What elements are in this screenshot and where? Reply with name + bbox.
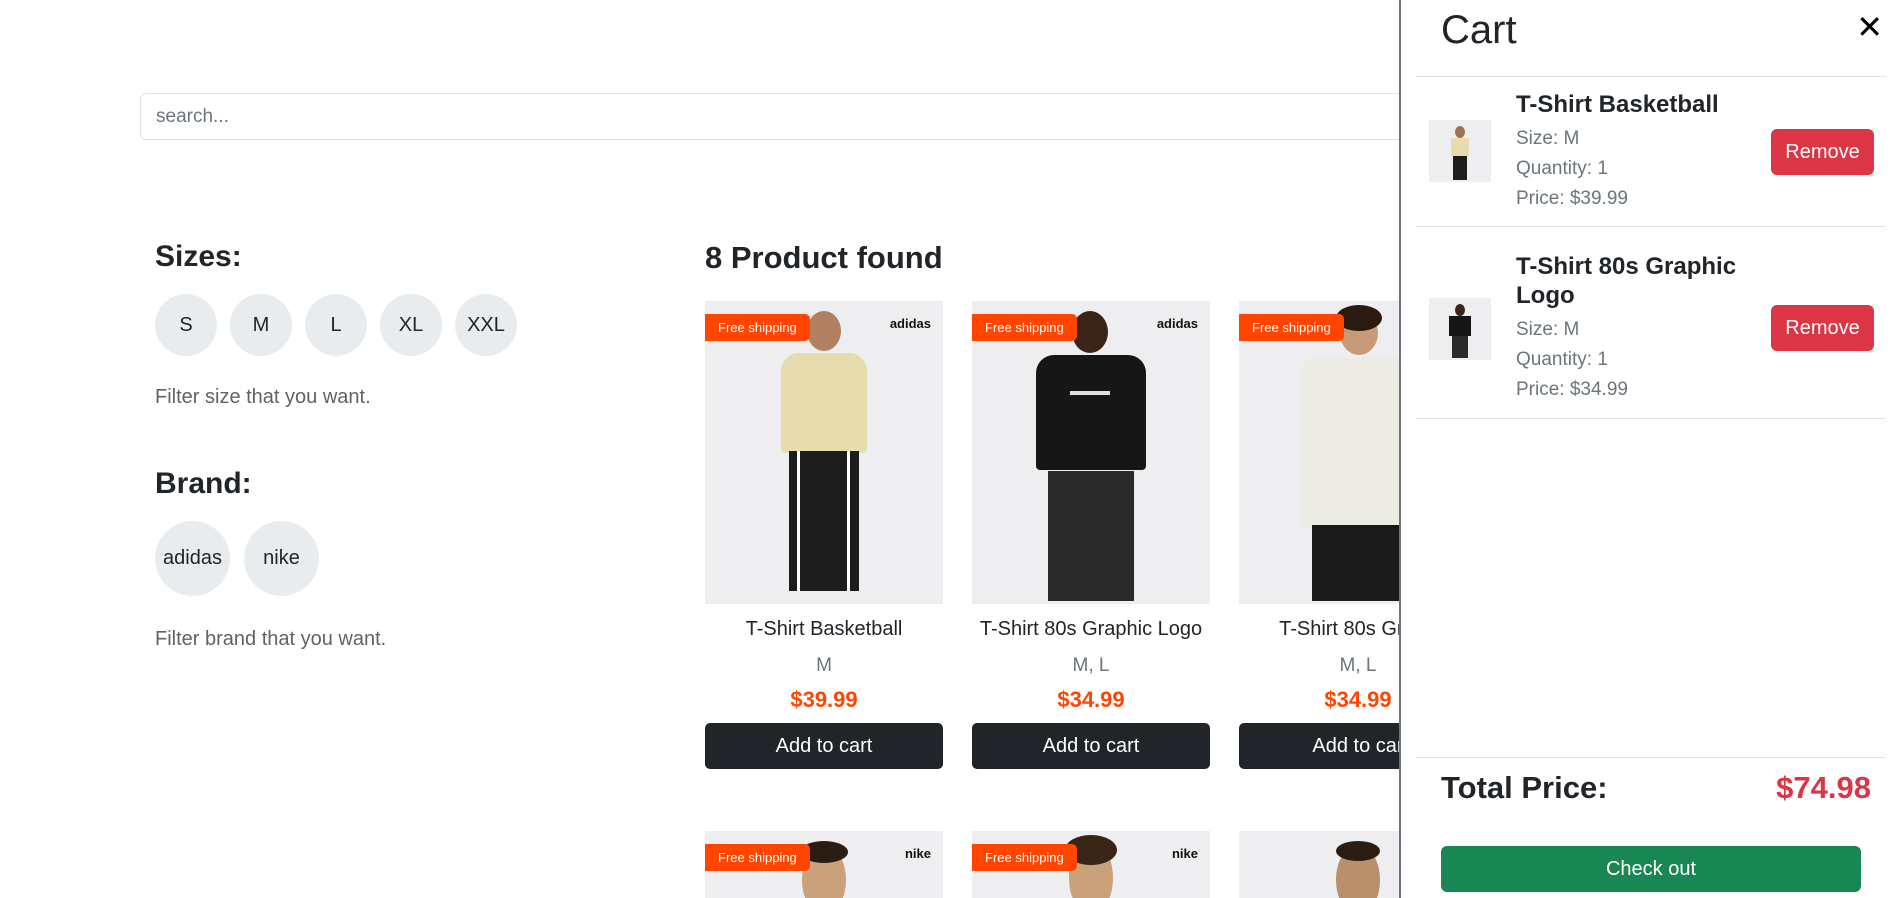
product-price: $39.99 (790, 687, 858, 712)
size-chip-xl[interactable]: XL (380, 294, 442, 356)
product-image[interactable]: Free shipping nike (705, 831, 943, 898)
close-icon[interactable]: ✕ (1856, 8, 1883, 46)
results-count: 8 Product found (705, 240, 943, 275)
size-chip-s[interactable]: S (155, 294, 217, 356)
add-to-cart-button[interactable]: Add to cart (972, 723, 1210, 769)
product-price: $34.99 (1057, 687, 1125, 712)
cart-item-thumbnail (1429, 120, 1491, 182)
product-photo (1026, 311, 1156, 601)
cart-item-quantity: Quantity: 1 (1516, 158, 1608, 179)
product-image[interactable]: Free shipping adidas (972, 301, 1210, 604)
filters-panel: Sizes: S M L XL XXL Filter size that you… (155, 240, 575, 651)
brand-chip-adidas[interactable]: adidas (155, 521, 230, 596)
size-chip-m[interactable]: M (230, 294, 292, 356)
remove-button[interactable]: Remove (1771, 129, 1874, 175)
free-shipping-badge: Free shipping (1239, 314, 1344, 341)
cart-item: T-Shirt Basketball Size: M Quantity: 1 P… (1416, 76, 1886, 226)
product-card: Free shipping adidas T-Shirt 80s Graphic… (972, 301, 1210, 769)
nike-logo-icon: nike (1171, 846, 1198, 861)
cart-title: Cart (1441, 8, 1517, 52)
product-photo (769, 311, 879, 601)
size-chip-xxl[interactable]: XXL (455, 294, 517, 356)
remove-button[interactable]: Remove (1771, 305, 1874, 351)
cart-item-thumbnail (1429, 298, 1491, 360)
free-shipping-badge: Free shipping (705, 314, 810, 341)
checkout-button[interactable]: Check out (1441, 846, 1861, 892)
divider (1416, 418, 1886, 419)
nike-logo-icon: nike (904, 846, 931, 861)
product-photo (1328, 841, 1388, 898)
total-price-value: $74.98 (1776, 770, 1871, 805)
product-image[interactable]: Free shipping nike (972, 831, 1210, 898)
cart-item-price: Price: $34.99 (1516, 379, 1628, 400)
adidas-logo-icon: adidas (889, 316, 931, 331)
cart-item-quantity: Quantity: 1 (1516, 349, 1608, 370)
product-sizes: M, L (1072, 655, 1110, 676)
cart-item-size: Size: M (1516, 319, 1580, 340)
cart-item-name: T-Shirt Basketball (1516, 91, 1719, 118)
cart-item-name: T-Shirt 80s Graphic Logo (1516, 253, 1737, 309)
product-image[interactable]: Free shipping adidas (705, 301, 943, 604)
size-chip-l[interactable]: L (305, 294, 367, 356)
cart-drawer: Cart ✕ T-Shirt Basketball Size: M Quanti… (1399, 0, 1897, 898)
cart-item-size: Size: M (1516, 128, 1580, 149)
product-card: Free shipping nike (705, 831, 943, 898)
brand-chips: adidas nike (155, 521, 575, 596)
product-card: Free shipping nike (972, 831, 1210, 898)
adidas-logo-icon: adidas (1156, 316, 1198, 331)
cart-item-info: T-Shirt 80s Graphic Logo Size: M Quantit… (1516, 252, 1746, 402)
cart-item-info: T-Shirt Basketball Size: M Quantity: 1 P… (1516, 90, 1746, 211)
total-price-label: Total Price: (1441, 770, 1608, 805)
size-chips: S M L XL XXL (155, 294, 575, 356)
brand-section: Brand: adidas nike Filter brand that you… (155, 467, 575, 651)
brand-hint: Filter brand that you want. (155, 628, 387, 650)
add-to-cart-button[interactable]: Add to cart (705, 723, 943, 769)
product-card: Free shipping adidas T-Shirt Basketball … (705, 301, 943, 769)
product-name: T-Shirt 80s Graphic Logo (979, 618, 1203, 640)
cart-item-price: Price: $39.99 (1516, 188, 1628, 209)
brand-title: Brand: (155, 467, 252, 500)
cart-item: T-Shirt 80s Graphic Logo Size: M Quantit… (1416, 226, 1886, 418)
free-shipping-badge: Free shipping (972, 314, 1077, 341)
divider (1416, 757, 1886, 758)
brand-chip-nike[interactable]: nike (244, 521, 319, 596)
free-shipping-badge: Free shipping (972, 844, 1077, 871)
product-name: T-Shirt Basketball (745, 618, 903, 640)
product-sizes: M (816, 655, 832, 676)
sizes-hint: Filter size that you want. (155, 386, 371, 408)
sizes-title: Sizes: (155, 240, 242, 273)
free-shipping-badge: Free shipping (705, 844, 810, 871)
